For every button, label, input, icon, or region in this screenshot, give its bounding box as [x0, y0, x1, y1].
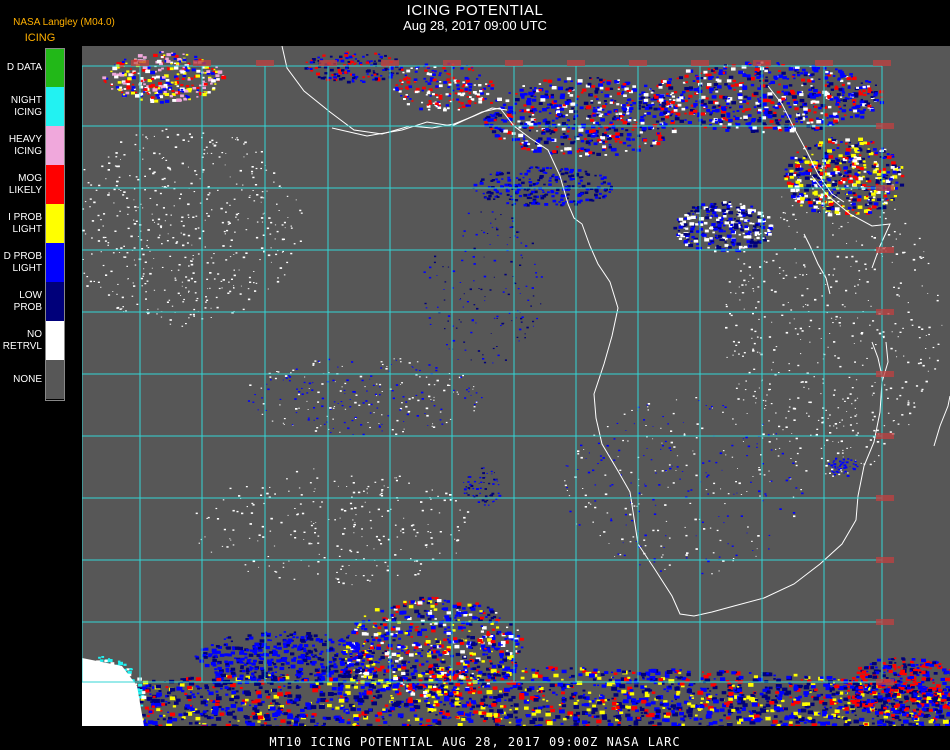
- icing-cluster: [783, 137, 905, 217]
- legend-label: D DATA: [6, 61, 42, 73]
- legend-title: ICING: [24, 32, 56, 44]
- lake-victoria: [803, 233, 831, 295]
- latitude-label-marker: [876, 557, 894, 563]
- icing-pixels: [82, 51, 950, 726]
- lat-lon-grid: [82, 65, 883, 683]
- icing-cluster: [82, 128, 303, 327]
- latitude-label-marker: [876, 371, 894, 377]
- no-retrieval-patch: [82, 658, 144, 726]
- coastline-madagascar: [933, 395, 950, 447]
- footer-caption: MT10 ICING POTENTIAL AUG 28, 2017 09:00Z…: [269, 735, 681, 749]
- icing-cluster: [642, 61, 884, 134]
- longitude-label-marker: [629, 60, 647, 66]
- latitude-label-marker: [876, 123, 894, 129]
- legend-label: NONE: [13, 373, 42, 385]
- legend-frame: [45, 48, 65, 401]
- legend-label: NIGHT ICING: [10, 94, 42, 118]
- longitude-label-marker: [567, 60, 585, 66]
- longitude-label-marker: [193, 60, 211, 66]
- map-canvas: [82, 46, 950, 726]
- map-subtitle: Aug 28, 2017 09:00 UTC: [403, 18, 547, 33]
- icing-map: [82, 46, 950, 726]
- longitude-label-marker: [815, 60, 833, 66]
- icing-cluster: [828, 457, 859, 477]
- source-label: NASA Langley (M04.0): [13, 17, 115, 28]
- latitude-label-marker: [876, 309, 894, 315]
- longitude-label-marker: [691, 60, 709, 66]
- icing-cluster: [247, 358, 483, 436]
- longitude-label-marker: [131, 60, 149, 66]
- icing-cluster: [194, 631, 374, 682]
- latitude-label-marker: [876, 433, 894, 439]
- legend-label: LOW PROB: [13, 289, 42, 313]
- icing-cluster: [423, 211, 543, 364]
- legend-label: NO RETRVL: [2, 328, 42, 352]
- icing-cluster: [393, 62, 495, 112]
- longitude-label-marker: [505, 60, 523, 66]
- latitude-label-marker: [876, 679, 894, 685]
- icing-cluster: [673, 201, 774, 253]
- icing-cluster: [472, 166, 613, 207]
- icing-cluster: [564, 397, 804, 575]
- latitude-label-marker: [876, 495, 894, 501]
- legend-label: I PROB LIGHT: [8, 211, 42, 235]
- icing-cluster: [102, 51, 227, 104]
- legend-label: MOG LIKELY: [8, 172, 42, 196]
- legend-label: D PROB LIGHT: [3, 250, 42, 274]
- latitude-label-marker: [876, 185, 894, 191]
- latitude-label-marker: [876, 247, 894, 253]
- icing-cluster: [463, 467, 502, 506]
- icing-cluster: [195, 468, 470, 586]
- longitude-label-marker: [381, 60, 399, 66]
- latitude-label-marker: [876, 619, 894, 625]
- longitude-label-marker: [873, 60, 891, 66]
- legend-label: HEAVY ICING: [8, 133, 42, 157]
- map-title: ICING POTENTIAL: [406, 2, 544, 19]
- longitude-label-marker: [319, 60, 337, 66]
- lake-malawi: [871, 341, 883, 377]
- longitude-label-marker: [753, 60, 771, 66]
- longitude-label-marker: [256, 60, 274, 66]
- icing-cluster: [304, 51, 404, 84]
- longitude-label-marker: [443, 60, 461, 66]
- icing-cluster: [83, 666, 950, 726]
